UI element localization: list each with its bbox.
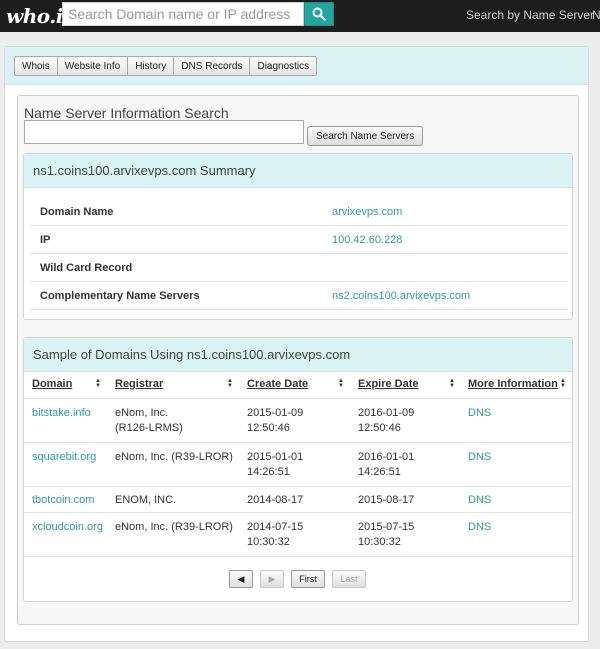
summary-row: IP 100.42.60.228 — [30, 226, 568, 254]
prev-page-button[interactable]: ◀ — [229, 570, 253, 588]
registrar-cell: eNom, Inc. (R39-LROR) — [115, 451, 233, 463]
tab-website-info[interactable]: Website Info — [56, 56, 129, 76]
tool-tabs: Whois Website Info History DNS Records D… — [14, 56, 318, 76]
ip-link[interactable]: 100.42.60.228 — [332, 234, 402, 246]
create-date-cell: 2015-01-09 12:50:46 — [247, 406, 303, 436]
next-page-button[interactable]: ▶ — [260, 570, 284, 588]
tab-diagnostics[interactable]: Diagnostics — [249, 56, 318, 76]
summary-label: Domain Name — [40, 205, 114, 218]
time: 12:50:46 — [247, 422, 290, 434]
date: 2015-07-15 — [358, 521, 415, 533]
top-navigation-bar: who.is Search Domain name or IP address … — [0, 0, 600, 32]
summary-card: ns1.coins100.arvixevps.com Summary Domai… — [23, 153, 573, 320]
summary-label: Complementary Name Servers — [40, 289, 200, 302]
sample-domains-card: Sample of Domains Using ns1.coins100.arv… — [23, 337, 573, 602]
create-date-cell: 2014-07-15 10:30:32 — [247, 520, 303, 550]
registrar-cell: eNom, Inc. (R126-LRMS) — [115, 406, 183, 436]
search-button[interactable] — [304, 2, 334, 26]
column-header-domain[interactable]: Domain — [32, 378, 72, 390]
summary-title: ns1.coins100.arvixevps.com Summary — [24, 154, 572, 188]
domain-name-link[interactable]: arvixevps.com — [332, 206, 402, 218]
expire-date-cell: 2015-08-17 — [358, 494, 415, 506]
nav-link-truncated[interactable]: N — [592, 8, 600, 22]
column-header-more-info[interactable]: More Information — [468, 378, 558, 390]
tab-history[interactable]: History — [127, 56, 175, 76]
create-date-cell: 2014-08-17 — [247, 494, 304, 506]
row-divider — [24, 512, 572, 513]
registrar-line: eNom, Inc. — [115, 407, 169, 419]
time: 14:26:51 — [358, 466, 401, 478]
column-header-expire-date[interactable]: Expire Date — [358, 378, 419, 390]
date: 2016-01-01 — [358, 451, 415, 463]
summary-row: Wild Card Record — [30, 254, 568, 282]
sort-arrows-icon[interactable]: ▲ ▼ — [449, 378, 455, 389]
search-name-servers-button[interactable]: Search Name Servers — [307, 126, 424, 146]
tab-dns-records[interactable]: DNS Records — [173, 56, 251, 76]
row-divider — [24, 556, 572, 557]
sort-arrows-icon[interactable]: ▲ ▼ — [227, 378, 233, 389]
time: 14:26:51 — [247, 466, 290, 478]
content-area: Name Server Information Search Search Na… — [17, 95, 579, 625]
dns-link[interactable]: DNS — [468, 450, 491, 465]
header-divider — [24, 398, 572, 399]
dns-link[interactable]: DNS — [468, 406, 491, 421]
create-date-cell: 2015-01-01 14:26:51 — [247, 450, 303, 480]
column-header-create-date[interactable]: Create Date — [247, 378, 308, 390]
last-page-button[interactable]: Last — [332, 570, 366, 588]
date: 2015-01-01 — [247, 451, 304, 463]
row-divider — [24, 486, 572, 487]
domain-search-input[interactable]: Search Domain name or IP address — [62, 2, 304, 26]
complementary-ns-link[interactable]: ns2.coins100.arvixevps.com — [332, 290, 470, 302]
tab-bar: Whois Website Info History DNS Records D… — [5, 47, 588, 85]
time: 10:30:32 — [247, 536, 290, 548]
time: 12:50:46 — [358, 422, 401, 434]
date: 2015-01-09 — [247, 407, 304, 419]
summary-label: Wild Card Record — [40, 261, 133, 274]
sort-arrows-icon[interactable]: ▲ ▼ — [560, 378, 566, 389]
ns-search-title: Name Server Information Search — [24, 105, 229, 121]
sort-arrows-icon[interactable]: ▲ ▼ — [338, 378, 344, 389]
expire-date-cell: 2016-01-01 14:26:51 — [358, 450, 414, 480]
tab-whois[interactable]: Whois — [14, 56, 58, 76]
main-panel: Whois Website Info History DNS Records D… — [4, 46, 589, 642]
search-icon — [312, 7, 326, 21]
summary-label: IP — [40, 233, 51, 246]
search-by-name-server-link[interactable]: Search by Name Server — [466, 8, 594, 22]
column-header-registrar[interactable]: Registrar — [115, 378, 163, 390]
row-divider — [24, 442, 572, 443]
summary-row: Complementary Name Servers ns2.coins100.… — [30, 282, 568, 310]
first-page-button[interactable]: First — [291, 570, 325, 588]
dns-link[interactable]: DNS — [468, 520, 491, 535]
domain-link[interactable]: tbotcoin.com — [32, 493, 94, 508]
domain-link[interactable]: bitstake.info — [32, 406, 91, 421]
sample-title: Sample of Domains Using ns1.coins100.arv… — [24, 338, 572, 372]
dns-link[interactable]: DNS — [468, 493, 491, 508]
expire-date-cell: 2015-07-15 10:30:32 — [358, 520, 414, 550]
domain-link[interactable]: xcloudcoin.org — [32, 520, 103, 535]
time: 10:30:32 — [358, 536, 401, 548]
sort-arrows-icon[interactable]: ▲ ▼ — [95, 378, 101, 389]
date: 2016-01-09 — [358, 407, 415, 419]
registrar-cell: ENOM, INC. — [115, 494, 177, 506]
summary-row: Domain Name arvixevps.com — [30, 198, 568, 226]
name-server-search-input[interactable] — [24, 120, 304, 144]
date: 2014-07-15 — [247, 521, 304, 533]
search-placeholder: Search Domain name or IP address — [68, 6, 291, 22]
registrar-cell: eNom, Inc. (R39-LROR) — [115, 521, 233, 533]
expire-date-cell: 2016-01-09 12:50:46 — [358, 406, 414, 436]
domain-link[interactable]: squarebit.org — [32, 450, 96, 465]
registrar-line: (R126-LRMS) — [115, 422, 183, 434]
